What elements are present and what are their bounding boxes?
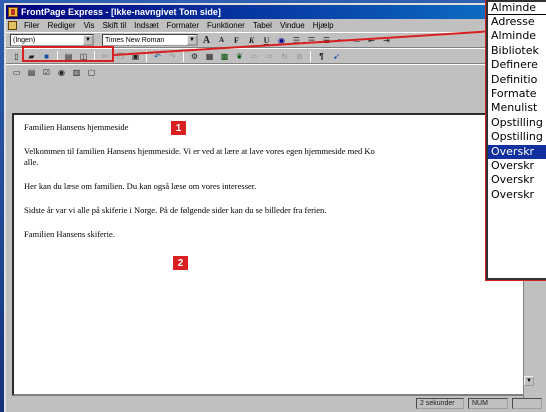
help-pointer-icon[interactable]: ➹	[330, 50, 343, 62]
font-select-value: Times New Roman	[105, 36, 165, 44]
dropdown-item[interactable]: Overskr	[488, 188, 546, 202]
status-load-time: 2 sekunder	[416, 398, 464, 409]
dropdown-item[interactable]: Overskr	[488, 159, 546, 173]
menu-rediger[interactable]: Rediger	[47, 21, 77, 30]
menu-vindue[interactable]: Vindue	[279, 21, 306, 30]
insert-table-icon[interactable]: ▦	[203, 50, 216, 62]
dropdown-item[interactable]: Menulist	[488, 101, 546, 115]
forms-toolbar: ▭ ▤ ☑ ◉ ▥ ▢	[6, 64, 546, 80]
dropdown-item[interactable]: Overskr	[488, 173, 546, 187]
style-select-highlight	[22, 46, 114, 62]
toolbar-separator	[310, 50, 311, 62]
insert-image-icon[interactable]: ▩	[218, 50, 231, 62]
show-formatting-icon[interactable]: ¶	[315, 50, 328, 62]
menu-funktioner[interactable]: Funktioner	[206, 21, 246, 30]
paragraph-line: alle.	[24, 157, 39, 167]
menu-filer[interactable]: Filer	[23, 21, 41, 30]
menu-formater[interactable]: Formater	[166, 21, 200, 30]
title-bar: FrontPage Express - [Ikke-navngivet Tom …	[6, 5, 546, 19]
dropdown-current-value: Alminde	[488, 2, 546, 15]
style-select-value: (Ingen)	[13, 36, 36, 44]
forward-icon[interactable]: ⇨	[263, 50, 276, 62]
menu-indsaet[interactable]: Indsæt	[133, 21, 159, 30]
refresh-icon[interactable]: ↻	[278, 50, 291, 62]
paragraph-line: Familien Hansens skiferie.	[24, 229, 115, 239]
status-numlock: NUM	[468, 398, 508, 409]
marker-2: 2	[173, 256, 188, 270]
paragraph-line: Sidste år var vi alle på skiferie i Norg…	[24, 205, 327, 215]
marker-1: 1	[171, 121, 186, 135]
status-empty	[512, 398, 542, 409]
chevron-down-icon[interactable]: ▼	[83, 35, 93, 45]
menu-skift-til[interactable]: Skift til	[102, 21, 128, 30]
dropdown-item[interactable]: Opstilling	[488, 130, 546, 144]
scroll-down-icon[interactable]: ▼	[524, 376, 534, 386]
dropdown-item[interactable]: Bibliotek	[488, 44, 546, 58]
form-checkbox-icon[interactable]: ☑	[40, 67, 53, 79]
dropdown-item[interactable]: Overskr	[488, 144, 546, 159]
copy-icon[interactable]: ❐	[114, 50, 127, 62]
menu-bar: Filer Rediger Vis Skift til Indsæt Forma…	[6, 19, 546, 32]
chevron-down-icon[interactable]: ▼	[187, 35, 197, 45]
dropdown-item[interactable]: Adresse	[488, 15, 546, 29]
paragraph-line: Velkommen til familien Hansens hjemmesid…	[24, 146, 375, 156]
form-radio-icon[interactable]: ◉	[55, 67, 68, 79]
form-button-icon[interactable]: ▢	[85, 67, 98, 79]
back-icon[interactable]: ⇦	[248, 50, 261, 62]
frontpage-app-icon	[8, 7, 18, 17]
insert-webbot-icon[interactable]: ⚙	[188, 50, 201, 62]
form-textbox-icon[interactable]: ▭	[10, 67, 23, 79]
bold-button[interactable]: F	[230, 34, 243, 46]
decrease-font-size-button[interactable]: A	[215, 34, 228, 46]
heading-line: Familien Hansens hjemmeside	[24, 122, 129, 132]
paragraph-line: Her kan du læse om familien. Du kan også…	[24, 181, 257, 191]
style-select[interactable]: (Ingen) ▼	[10, 34, 94, 46]
form-textarea-icon[interactable]: ▤	[25, 67, 38, 79]
increase-font-size-button[interactable]: A	[200, 34, 213, 46]
menu-vis[interactable]: Vis	[83, 21, 96, 30]
dropdown-item[interactable]: Definitio	[488, 73, 546, 87]
stop-icon[interactable]: ⊘	[293, 50, 306, 62]
style-dropdown-list[interactable]: Alminde Adresse Alminde Bibliotek Definere D…	[486, 0, 546, 280]
toolbar-separator	[183, 50, 184, 62]
dropdown-item[interactable]: Opstilling	[488, 116, 546, 130]
status-bar: 2 sekunder NUM	[12, 396, 542, 410]
font-select[interactable]: Times New Roman ▼	[102, 34, 198, 46]
window-title: FrontPage Express - [Ikke-navngivet Tom …	[21, 7, 221, 17]
menu-tabel[interactable]: Tabel	[252, 21, 273, 30]
dropdown-item[interactable]: Definere	[488, 58, 546, 72]
document-menu-icon[interactable]	[8, 21, 17, 30]
dropdown-item[interactable]: Formate	[488, 87, 546, 101]
dropdown-items: Adresse Alminde Bibliotek Definere Definitio…	[488, 15, 546, 278]
form-dropdown-icon[interactable]: ▥	[70, 67, 83, 79]
align-center-icon[interactable]: ☰	[305, 34, 318, 46]
hyperlink-icon[interactable]: ❦	[233, 50, 246, 62]
desktop: FrontPage Express - [Ikke-navngivet Tom …	[0, 0, 546, 412]
menu-hjaelp[interactable]: Hjælp	[312, 21, 335, 30]
page-editor[interactable]: Familien Hansens hjemmeside 1 Velkommen …	[12, 113, 534, 398]
dropdown-item[interactable]: Alminde	[488, 29, 546, 43]
